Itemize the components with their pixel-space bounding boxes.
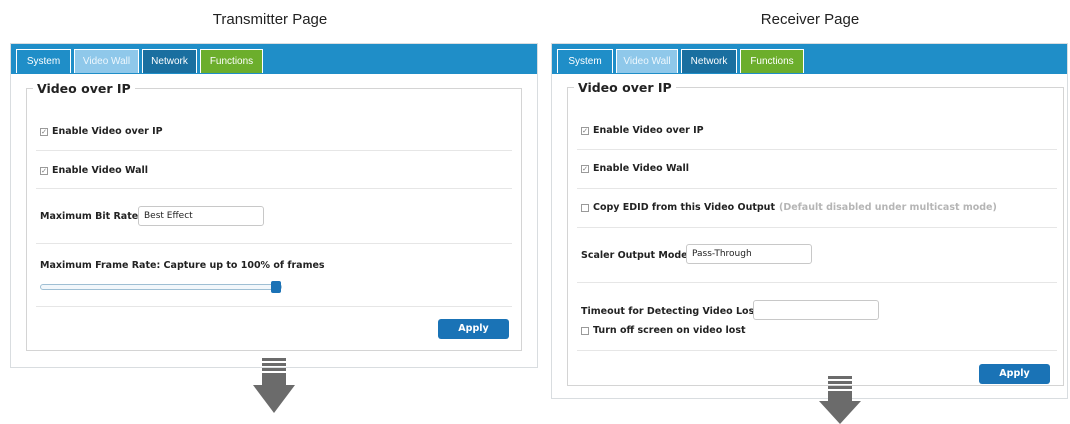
frame-rate-slider-handle[interactable] bbox=[271, 281, 281, 293]
tab-network[interactable]: Network bbox=[681, 49, 737, 73]
arrow-down-icon bbox=[819, 376, 861, 424]
divider bbox=[577, 149, 1057, 150]
tab-video-wall[interactable]: Video Wall bbox=[616, 49, 678, 73]
scaler-output-mode-field[interactable]: Pass-Through bbox=[686, 244, 812, 264]
timeout-video-lost-field[interactable] bbox=[753, 300, 879, 320]
divider bbox=[36, 243, 512, 244]
apply-button[interactable]: Apply bbox=[979, 364, 1050, 384]
timeout-video-lost-label: Timeout for Detecting Video Lost: bbox=[581, 306, 763, 317]
enable-video-over-ip-row[interactable]: ✓ Enable Video over IP bbox=[40, 126, 163, 137]
turn-off-screen-row[interactable]: Turn off screen on video lost bbox=[581, 325, 746, 336]
max-frame-rate-label: Maximum Frame Rate: Capture up to 100% o… bbox=[40, 260, 325, 271]
copy-edid-row[interactable]: Copy EDID from this Video Output (Defaul… bbox=[581, 202, 997, 213]
divider bbox=[577, 282, 1057, 283]
enable-video-over-ip-checkbox[interactable]: ✓ bbox=[581, 126, 589, 135]
tab-functions[interactable]: Functions bbox=[740, 49, 804, 73]
transmitter-page-caption: Transmitter Page bbox=[212, 11, 328, 28]
enable-video-wall-row[interactable]: ✓ Enable Video Wall bbox=[581, 163, 689, 174]
copy-edid-hint: (Default disabled under multicast mode) bbox=[778, 202, 997, 213]
tab-functions[interactable]: Functions bbox=[200, 49, 263, 73]
receiver-page-caption: Receiver Page bbox=[760, 11, 860, 28]
enable-video-wall-row[interactable]: ✓ Enable Video Wall bbox=[40, 165, 148, 176]
tab-network[interactable]: Network bbox=[142, 49, 197, 73]
tab-system[interactable]: System bbox=[557, 49, 613, 73]
divider bbox=[36, 188, 512, 189]
enable-video-over-ip-row[interactable]: ✓ Enable Video over IP bbox=[581, 125, 704, 136]
receiver-panel: System Video Wall Network Functions Vide… bbox=[551, 43, 1068, 399]
transmitter-tab-bar: System Video Wall Network Functions bbox=[11, 44, 537, 74]
turn-off-screen-label: Turn off screen on video lost bbox=[593, 325, 746, 336]
max-bit-rate-field[interactable]: Best Effect bbox=[138, 206, 264, 226]
divider bbox=[36, 306, 512, 307]
section-title: Video over IP bbox=[578, 80, 672, 95]
enable-video-wall-checkbox[interactable]: ✓ bbox=[581, 164, 589, 173]
section-title: Video over IP bbox=[37, 81, 131, 96]
turn-off-screen-checkbox[interactable] bbox=[581, 326, 589, 335]
divider bbox=[577, 350, 1057, 351]
divider bbox=[577, 188, 1057, 189]
enable-video-wall-label: Enable Video Wall bbox=[593, 163, 690, 174]
enable-video-wall-checkbox[interactable]: ✓ bbox=[40, 166, 48, 175]
divider bbox=[577, 227, 1057, 228]
enable-video-wall-label: Enable Video Wall bbox=[52, 165, 149, 176]
enable-video-over-ip-checkbox[interactable]: ✓ bbox=[40, 127, 48, 136]
divider bbox=[36, 150, 512, 151]
enable-video-over-ip-label: Enable Video over IP bbox=[52, 126, 163, 137]
arrow-down-icon bbox=[253, 358, 295, 413]
copy-edid-checkbox[interactable] bbox=[581, 203, 589, 212]
enable-video-over-ip-label: Enable Video over IP bbox=[593, 125, 704, 136]
scaler-output-mode-label: Scaler Output Mode: bbox=[581, 250, 692, 261]
apply-button[interactable]: Apply bbox=[438, 319, 509, 339]
transmitter-panel: System Video Wall Network Functions Vide… bbox=[10, 43, 538, 368]
frame-rate-slider-track[interactable] bbox=[40, 284, 282, 290]
copy-edid-label: Copy EDID from this Video Output bbox=[593, 202, 775, 213]
receiver-tab-bar: System Video Wall Network Functions bbox=[552, 44, 1067, 74]
max-bit-rate-label: Maximum Bit Rate: bbox=[40, 211, 142, 222]
tab-system[interactable]: System bbox=[16, 49, 71, 73]
tab-video-wall[interactable]: Video Wall bbox=[74, 49, 139, 73]
